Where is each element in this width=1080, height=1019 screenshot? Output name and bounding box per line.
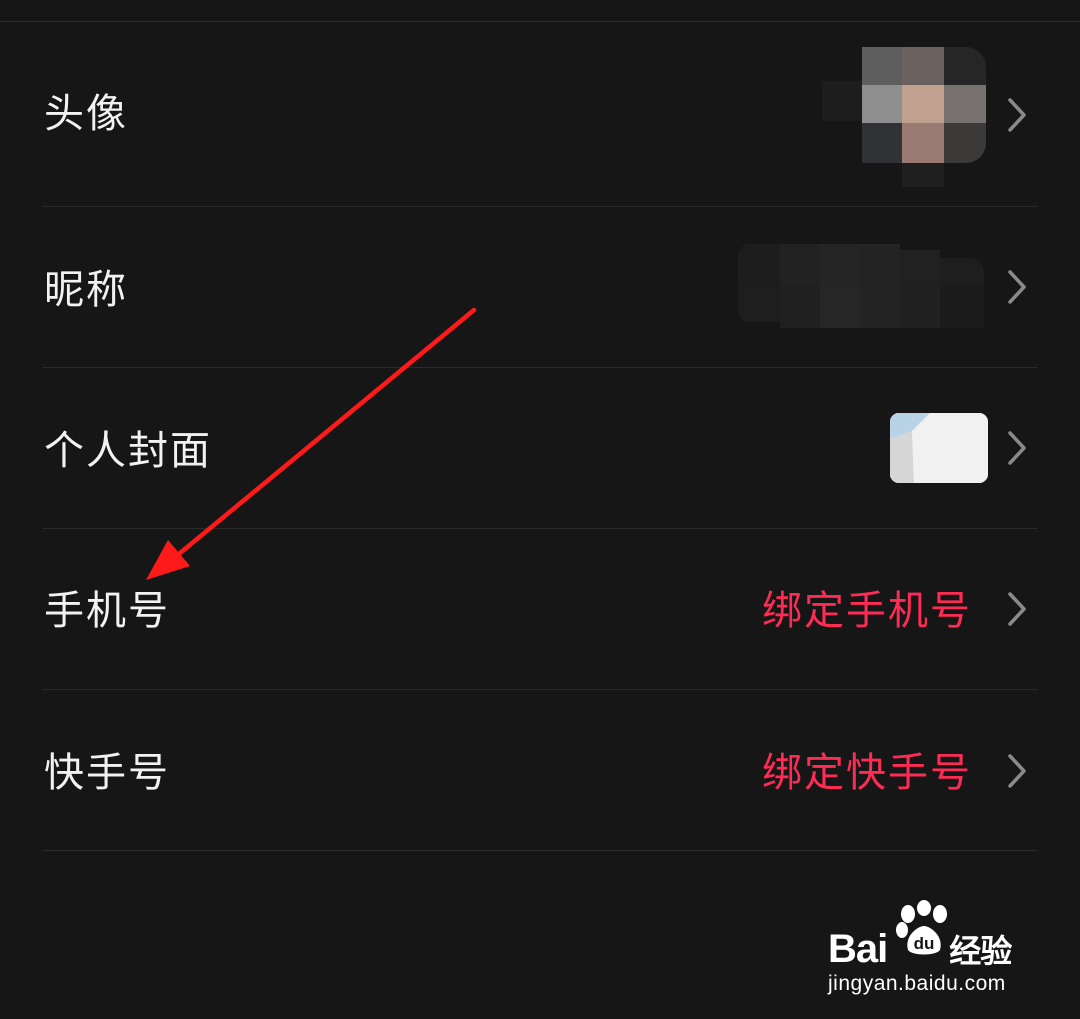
bind-phone-link[interactable]: 绑定手机号 xyxy=(762,591,972,631)
settings-row-phone[interactable]: 手机号 绑定手机号 xyxy=(0,529,1080,689)
watermark-brand: Bai 经验 xyxy=(828,926,1012,972)
row-label-cover: 个人封面 xyxy=(44,428,212,474)
chevron-right-icon xyxy=(1008,270,1026,304)
row-label-nickname: 昵称 xyxy=(44,267,128,313)
chevron-right-icon xyxy=(1008,431,1026,465)
bind-kuaishou-id-link[interactable]: 绑定快手号 xyxy=(762,753,972,793)
chevron-right-icon xyxy=(1008,98,1026,132)
row-divider xyxy=(43,850,1037,851)
cover-image xyxy=(890,413,988,483)
chevron-right-icon xyxy=(1008,592,1026,626)
avatar[interactable] xyxy=(822,47,986,187)
watermark-brand-left: Bai xyxy=(828,926,888,971)
row-label-avatar: 头像 xyxy=(44,91,128,137)
nickname-value-pixelated xyxy=(738,244,994,328)
watermark-brand-right: 经验 xyxy=(949,932,1012,970)
cover-thumbnail[interactable] xyxy=(890,413,988,483)
watermark-url: jingyan.baidu.com xyxy=(828,972,1006,995)
settings-row-kuaishou-id[interactable]: 快手号 绑定快手号 xyxy=(0,690,1080,850)
row-label-kuaishou-id: 快手号 xyxy=(44,750,170,796)
row-label-phone: 手机号 xyxy=(44,588,170,634)
chevron-right-icon xyxy=(1008,754,1026,788)
baidu-jingyan-watermark: du Bai 经验 jingyan.baidu.com xyxy=(828,900,1028,1000)
